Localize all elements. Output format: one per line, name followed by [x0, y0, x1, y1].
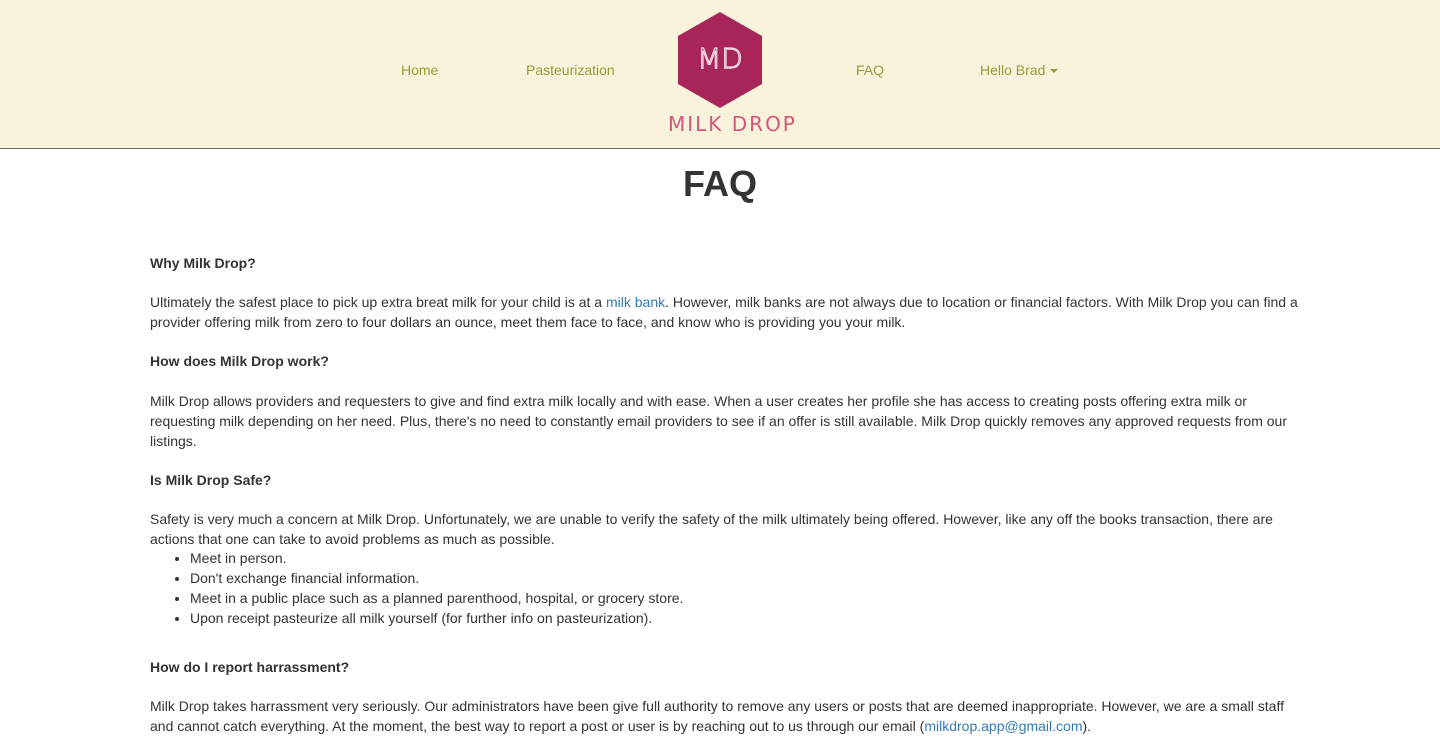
nav-pasteurization-link[interactable]: Pasteurization	[526, 62, 615, 78]
answer-text: Milk Drop takes harrassment very serious…	[150, 698, 1284, 734]
list-item: Meet in person.	[190, 548, 683, 568]
faq-question-report: How do I report harrassment?	[150, 659, 350, 675]
email-link[interactable]: milkdrop.app@gmail.com	[924, 718, 1082, 734]
nav-home-link[interactable]: Home	[401, 62, 438, 78]
list-item: Upon receipt pasteurize all milk yoursel…	[190, 608, 683, 628]
faq-answer-safe: Safety is very much a concern at Milk Dr…	[150, 511, 1273, 547]
faq-answer-report: Milk Drop takes harrassment very serious…	[150, 696, 1300, 736]
nav-faq-link[interactable]: FAQ	[856, 62, 884, 78]
logo-hexagon-icon: MD	[678, 12, 762, 108]
faq-question-why: Why Milk Drop?	[150, 255, 256, 271]
faq-answer-how: Milk Drop allows providers and requester…	[150, 393, 1288, 449]
logo-monogram: MD	[697, 42, 743, 75]
user-menu-dropdown[interactable]: Hello Brad	[980, 62, 1059, 78]
caret-down-icon	[1050, 69, 1059, 74]
user-menu-label: Hello Brad	[980, 62, 1046, 78]
page-title: FAQ	[682, 163, 757, 204]
top-navbar: Home Pasteurization MD MILK DROP FAQ Hel…	[0, 0, 1440, 149]
faq-answer-why: Ultimately the safest place to pick up e…	[150, 292, 1300, 332]
answer-text: Ultimately the safest place to pick up e…	[150, 294, 606, 310]
milk-drop-logo[interactable]: MD MILK DROP	[668, 10, 797, 136]
list-item: Meet in a public place such as a planned…	[190, 588, 683, 608]
milk-bank-link[interactable]: milk bank	[606, 294, 665, 310]
answer-text: ).	[1082, 718, 1092, 734]
logo-wordmark: MILK DROP	[668, 112, 797, 136]
faq-question-how: How does Milk Drop work?	[150, 353, 329, 369]
safety-tips-list: Meet in person. Don't exchange financial…	[150, 548, 683, 628]
list-item: Don't exchange financial information.	[190, 568, 683, 588]
faq-question-safe: Is Milk Drop Safe?	[150, 472, 272, 488]
